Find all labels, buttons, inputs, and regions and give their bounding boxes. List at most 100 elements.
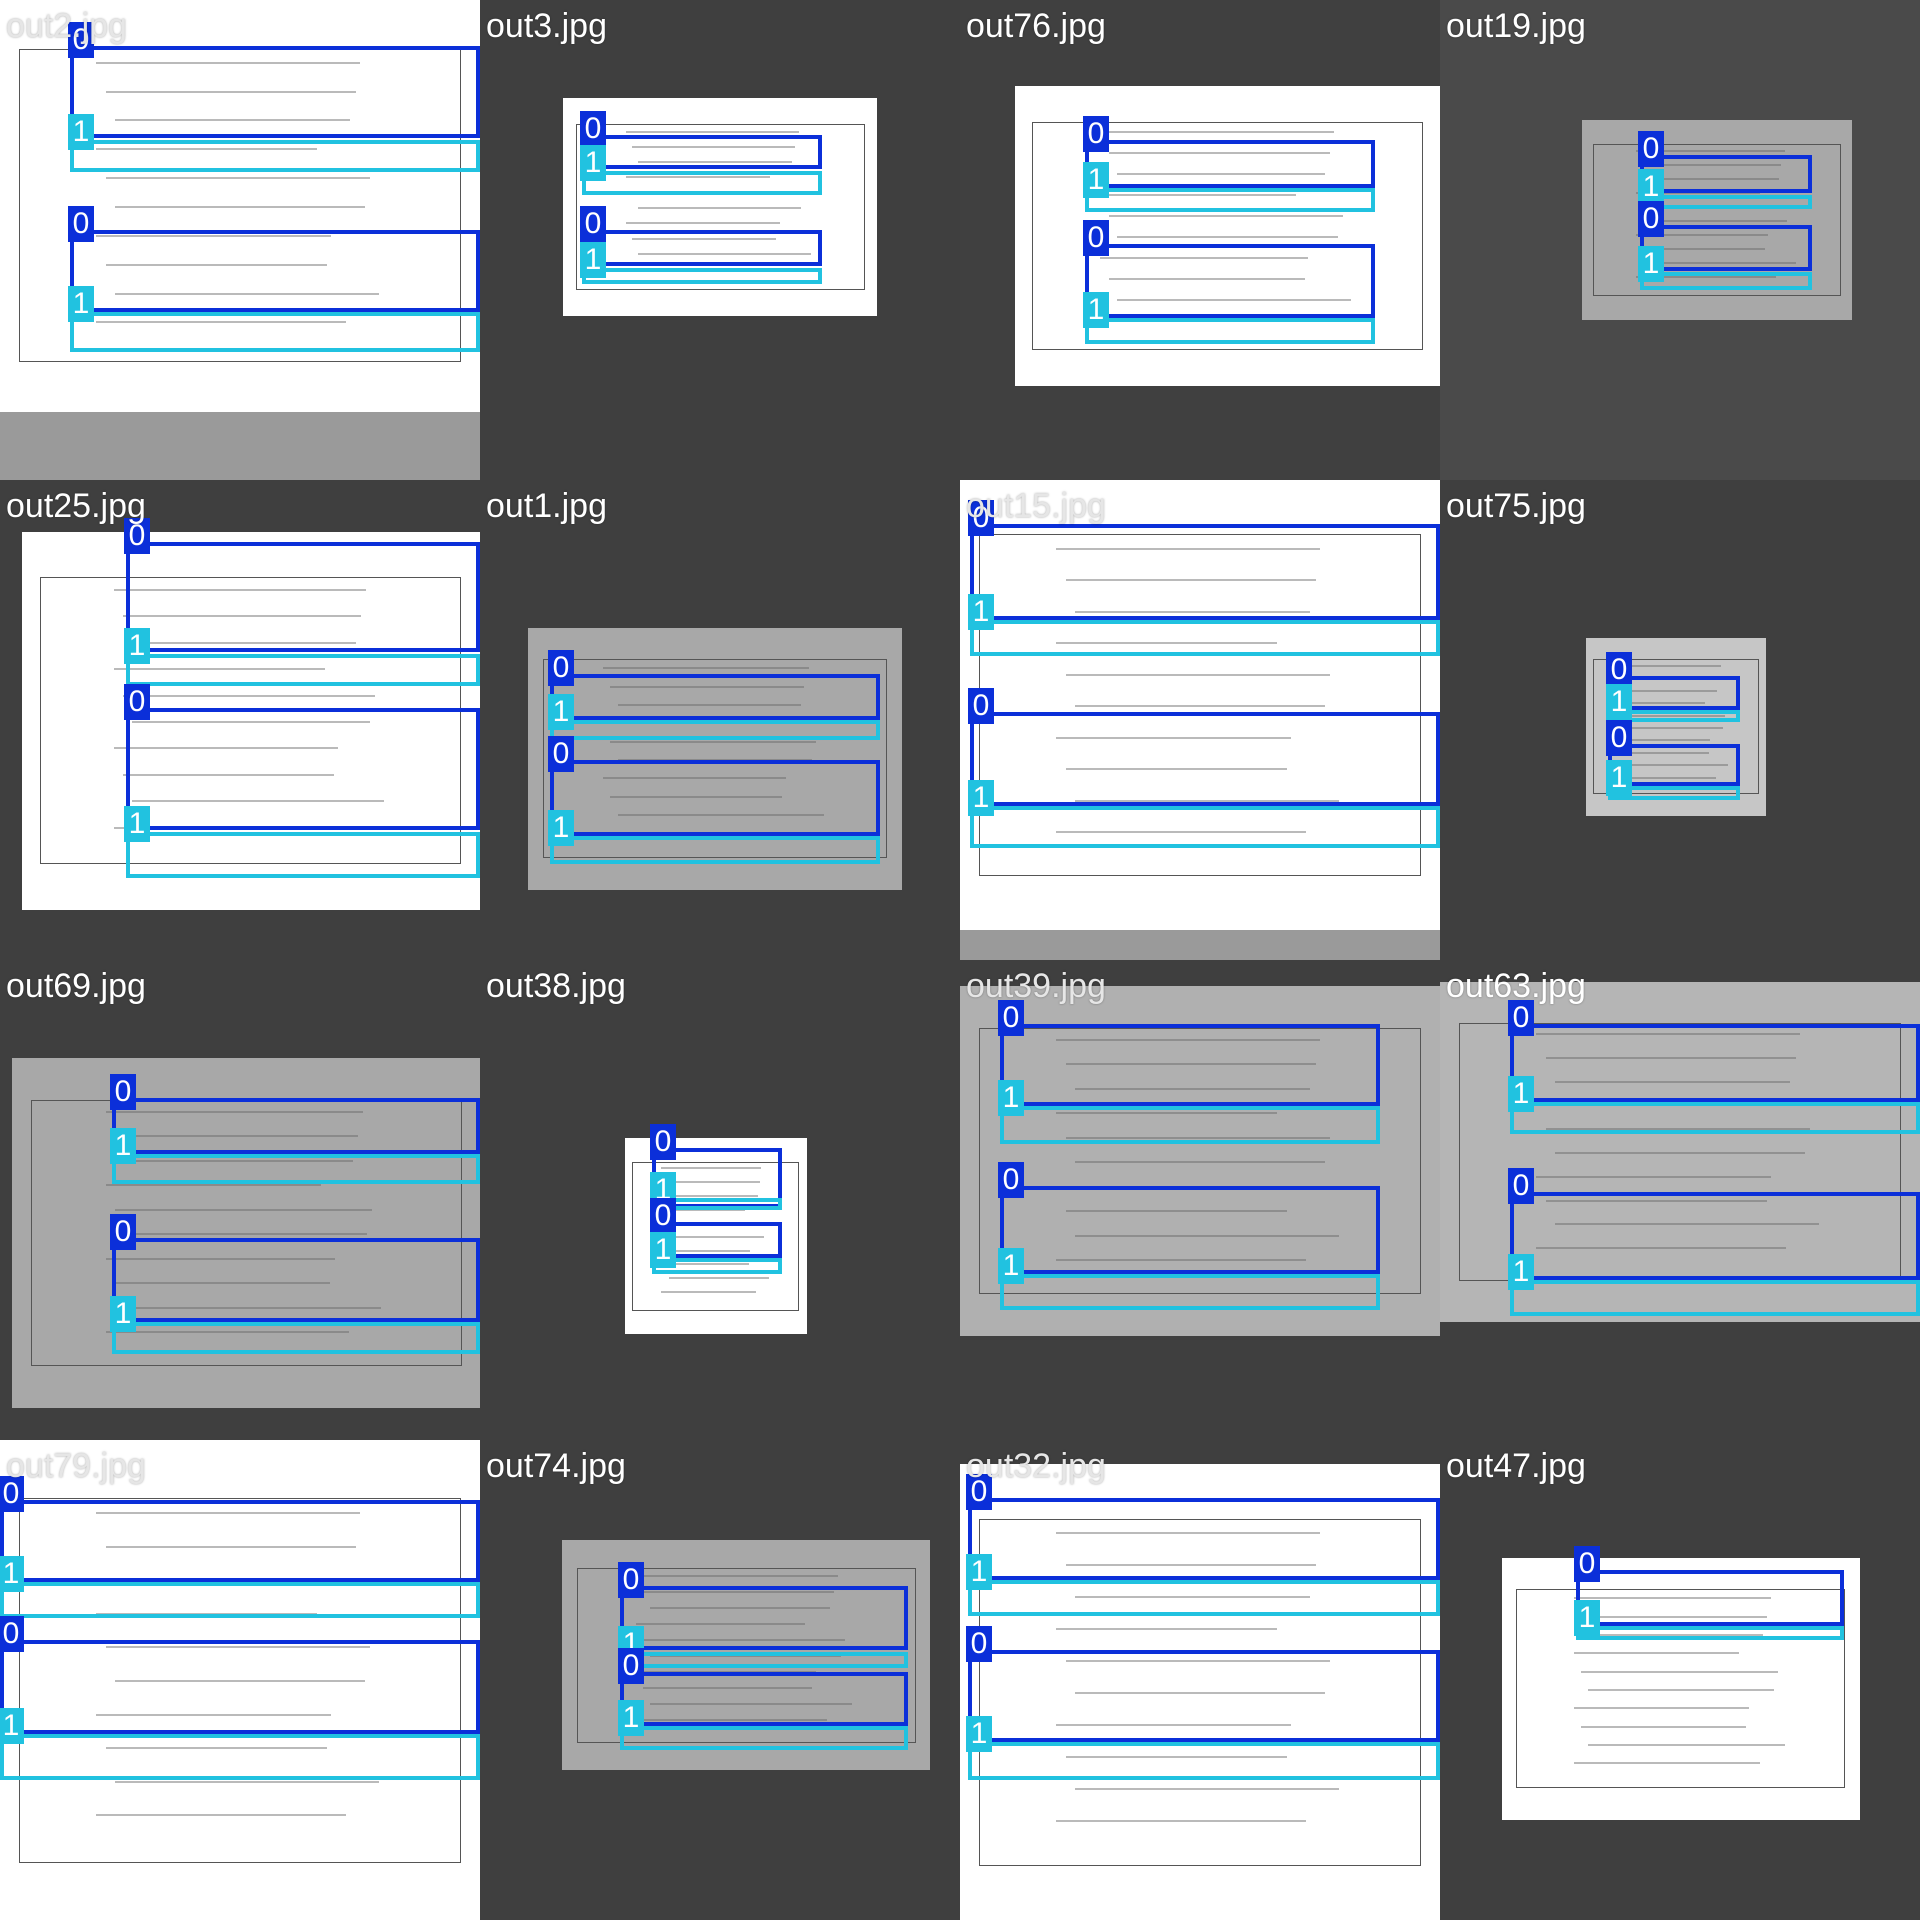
thumbnail-tile[interactable]: 0 1 0 1 out79.jpg	[0, 1440, 480, 1920]
thumbnail-tile[interactable]: 0 1 out47.jpg	[1440, 1440, 1920, 1920]
detection-box-class-0[interactable]	[550, 760, 880, 836]
thumbnail-tile[interactable]: 0 1 0 1 out76.jpg	[960, 0, 1440, 480]
detection-box-class-1[interactable]	[1085, 188, 1375, 212]
detection-box-class-1[interactable]	[968, 1742, 1440, 1780]
detection-box-class-0[interactable]	[70, 46, 480, 138]
thumbnail-tile[interactable]: 0 1 0 1 out32.jpg	[960, 1440, 1440, 1920]
detection-box-class-1[interactable]	[112, 1322, 480, 1354]
thumbnail-tile[interactable]: 0 1 0 1 out74.jpg	[480, 1440, 960, 1920]
detection-box-class-0[interactable]	[0, 1500, 480, 1582]
detection-box-class-1[interactable]	[126, 832, 480, 878]
detection-box-class-0[interactable]	[1510, 1024, 1920, 1102]
tile-filename: out1.jpg	[486, 487, 607, 525]
tile-filename: out39.jpg	[966, 967, 1106, 1005]
detection-box-class-0[interactable]	[1000, 1024, 1380, 1106]
box-label-1: 1	[1638, 169, 1664, 205]
detection-box-class-1[interactable]	[620, 1726, 908, 1750]
box-label-0: 0	[580, 206, 606, 242]
detection-box-class-0[interactable]	[126, 542, 480, 652]
detection-box-class-0[interactable]	[1510, 1192, 1920, 1280]
thumbnail-tile[interactable]: 0 1 0 1 out19.jpg	[1440, 0, 1920, 480]
detection-box-class-1[interactable]	[970, 620, 1440, 656]
box-label-1: 1	[998, 1080, 1024, 1116]
detection-box-class-0[interactable]	[1576, 1570, 1844, 1626]
document-text-line	[115, 1781, 379, 1783]
thumbnail-tile[interactable]: 0 1 0 1 out63.jpg	[1440, 960, 1920, 1440]
document-text-line	[1536, 1176, 1771, 1178]
document-text-line	[1574, 1762, 1760, 1764]
thumbnail-tile[interactable]: 0 1 0 1 out15.jpg	[960, 480, 1440, 960]
document-text-line	[1574, 1707, 1749, 1709]
box-label-0: 0	[650, 1124, 676, 1160]
box-label-1: 1	[110, 1296, 136, 1332]
detection-box-class-0[interactable]	[126, 708, 480, 830]
box-label-0: 0	[110, 1214, 136, 1250]
box-label-1: 1	[650, 1232, 676, 1268]
detection-box-class-0[interactable]	[968, 1498, 1440, 1580]
box-label-1: 1	[580, 145, 606, 181]
page-margin	[960, 930, 1440, 960]
thumbnail-tile[interactable]: 0 1 0 1 out38.jpg	[480, 960, 960, 1440]
detection-box-class-1[interactable]	[1576, 1626, 1844, 1640]
detection-box-class-0[interactable]	[582, 230, 822, 266]
document-text-line	[96, 1814, 346, 1816]
detection-box-class-0[interactable]	[582, 135, 822, 169]
detection-box-class-0[interactable]	[1000, 1186, 1380, 1274]
box-label-0: 0	[548, 650, 574, 686]
detection-box-class-0[interactable]	[0, 1640, 480, 1734]
detection-box-class-0[interactable]	[970, 524, 1440, 620]
detection-box-class-1[interactable]	[620, 1652, 908, 1668]
detection-box-class-1[interactable]	[582, 171, 822, 195]
detection-box-class-1[interactable]	[1510, 1280, 1920, 1316]
box-label-1: 1	[1638, 246, 1664, 282]
detection-box-class-0[interactable]	[112, 1238, 480, 1322]
detection-box-class-0[interactable]	[968, 1650, 1440, 1742]
thumbnail-tile[interactable]: 0 1 0 1 out3.jpg	[480, 0, 960, 480]
detection-box-class-1[interactable]	[1640, 272, 1812, 290]
detection-box-class-0[interactable]	[1640, 225, 1812, 271]
detection-box-class-0[interactable]	[620, 1672, 908, 1726]
thumbnail-tile[interactable]: 0 1 0 1 out2.jpg	[0, 0, 480, 480]
thumbnail-tile[interactable]: 0 1 0 1 out69.jpg	[0, 960, 480, 1440]
thumbnail-tile[interactable]: 0 1 0 1 out75.jpg	[1440, 480, 1920, 960]
detection-box-class-0[interactable]	[1640, 155, 1812, 193]
detection-box-class-1[interactable]	[1640, 195, 1812, 209]
thumbnail-tile[interactable]: 0 1 0 1 out1.jpg	[480, 480, 960, 960]
tile-filename: out47.jpg	[1446, 1447, 1586, 1485]
detection-box-class-1[interactable]	[70, 140, 480, 172]
detection-box-class-1[interactable]	[1085, 318, 1375, 344]
detection-box-class-1[interactable]	[126, 654, 480, 686]
box-label-1: 1	[966, 1554, 992, 1590]
detection-box-class-1[interactable]	[0, 1582, 480, 1618]
detection-box-class-0[interactable]	[1085, 244, 1375, 318]
detection-box-class-1[interactable]	[1510, 1102, 1920, 1134]
tile-filename: out32.jpg	[966, 1447, 1106, 1485]
thumbnail-tile[interactable]: 0 1 0 1 out25.jpg	[0, 480, 480, 960]
document-text-line	[1066, 674, 1330, 676]
detection-box-class-1[interactable]	[1000, 1274, 1380, 1310]
detection-box-class-1[interactable]	[968, 1580, 1440, 1616]
detection-box-class-1[interactable]	[70, 312, 480, 352]
box-label-1: 1	[968, 594, 994, 630]
detection-box-class-0[interactable]	[550, 674, 880, 720]
detection-box-class-0[interactable]	[1085, 140, 1375, 188]
detection-box-class-1[interactable]	[550, 836, 880, 864]
detection-box-class-0[interactable]	[620, 1586, 908, 1650]
box-label-1: 1	[998, 1248, 1024, 1284]
detection-box-class-1[interactable]	[1000, 1106, 1380, 1144]
detection-box-class-1[interactable]	[582, 268, 822, 284]
page-margin	[0, 412, 480, 480]
detection-box-class-0[interactable]	[970, 712, 1440, 806]
detection-box-class-0[interactable]	[112, 1098, 480, 1154]
document-text-line	[603, 667, 809, 669]
thumbnail-tile[interactable]: 0 1 0 1 out39.jpg	[960, 960, 1440, 1440]
box-label-0: 0	[966, 1626, 992, 1662]
detection-box-class-1[interactable]	[112, 1154, 480, 1184]
box-label-0: 0	[110, 1074, 136, 1110]
detection-box-class-1[interactable]	[550, 720, 880, 740]
detection-box-class-1[interactable]	[970, 806, 1440, 848]
box-label-1: 1	[618, 1700, 644, 1736]
box-label-1: 1	[1508, 1254, 1534, 1290]
detection-box-class-1[interactable]	[0, 1734, 480, 1780]
detection-box-class-0[interactable]	[70, 230, 480, 312]
